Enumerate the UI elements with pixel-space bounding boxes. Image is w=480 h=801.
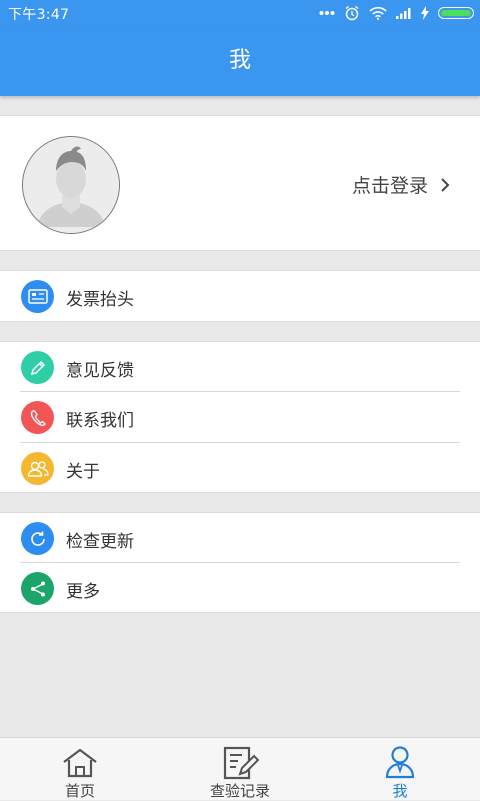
tab-label: 首页 — [64, 782, 95, 800]
menu-item-label: 联系我们 — [66, 411, 134, 431]
chevron-right-icon — [441, 177, 450, 192]
alarm-icon — [345, 5, 359, 20]
page-title: 我 — [228, 48, 251, 73]
app-bar: 我 — [0, 25, 480, 96]
bottom-tab-bar: 首页 查验记录 我 — [0, 737, 480, 800]
menu-item-more[interactable]: 更多 — [0, 563, 480, 613]
status-bar: 下午3:47 — [0, 0, 480, 25]
menu-item-feedback[interactable]: 意见反馈 — [0, 342, 480, 392]
tab-me[interactable]: 我 — [360, 738, 440, 801]
invoice-card-icon — [21, 280, 54, 313]
tab-label: 查验记录 — [209, 782, 270, 800]
menu-item-label: 意见反馈 — [66, 361, 134, 381]
wifi-icon — [369, 6, 387, 20]
menu-item-label: 更多 — [66, 582, 100, 602]
tab-home[interactable]: 首页 — [40, 738, 120, 801]
home-icon — [63, 748, 97, 778]
app-section: 检查更新 更多 — [0, 512, 480, 613]
support-section: 意见反馈 联系我们 关于 — [0, 341, 480, 493]
phone-icon — [21, 401, 54, 434]
menu-item-label: 关于 — [66, 462, 100, 482]
login-label: 点击登录 — [351, 175, 428, 197]
menu-item-check-update[interactable]: 检查更新 — [0, 513, 480, 563]
tab-records[interactable]: 查验记录 — [195, 738, 285, 801]
tab-label: 我 — [392, 782, 408, 800]
records-icon — [223, 746, 259, 780]
pencil-icon — [21, 351, 54, 384]
signal-icon — [396, 7, 411, 19]
login-link[interactable]: 点击登录 — [352, 171, 450, 198]
invoice-section: 发票抬头 — [0, 270, 480, 322]
menu-item-contact[interactable]: 联系我们 — [0, 392, 480, 442]
avatar[interactable] — [22, 136, 120, 234]
menu-item-about[interactable]: 关于 — [0, 443, 480, 493]
user-icon — [385, 746, 415, 779]
more-dots-icon — [319, 10, 335, 15]
refresh-icon — [21, 522, 54, 555]
menu-item-invoice-title[interactable]: 发票抬头 — [0, 271, 480, 321]
menu-item-label: 发票抬头 — [66, 290, 134, 310]
share-icon — [21, 572, 54, 605]
charging-icon — [421, 5, 429, 20]
status-icons — [319, 3, 474, 22]
status-time: 下午3:47 — [8, 7, 70, 23]
battery-icon — [438, 6, 474, 19]
profile-card[interactable]: 点击登录 — [0, 115, 480, 251]
default-avatar-icon — [23, 137, 119, 233]
menu-item-label: 检查更新 — [66, 532, 134, 552]
people-icon — [21, 452, 54, 485]
